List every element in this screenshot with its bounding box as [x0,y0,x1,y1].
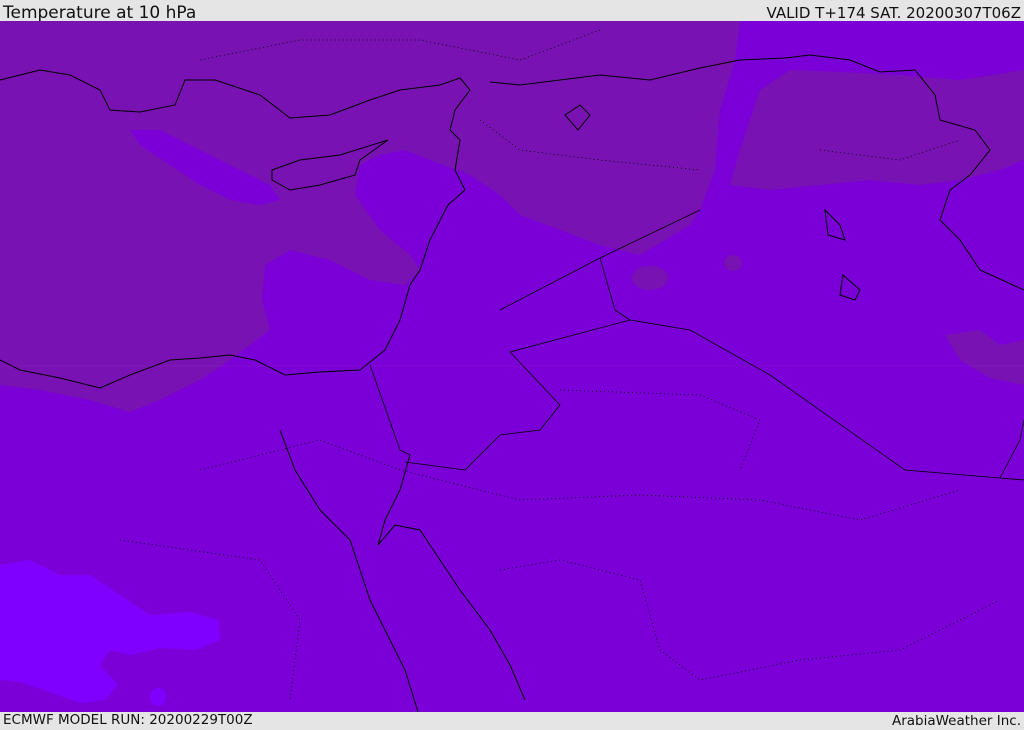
footer-bar: ECMWF MODEL RUN: 20200229T00Z ArabiaWeat… [0,712,1024,729]
cold-patch-iraq [632,266,668,290]
temperature-map [0,21,1024,712]
header-bar: Temperature at 10 hPa VALID T+174 SAT. 2… [0,0,1024,23]
credit: ArabiaWeather Inc. [891,713,1021,729]
warm-patch-small [150,688,166,706]
map-title: Temperature at 10 hPa [3,3,197,23]
valid-time: VALID T+174 SAT. 20200307T06Z [766,4,1021,22]
cold-patch-small [724,255,742,271]
model-run: ECMWF MODEL RUN: 20200229T00Z [3,712,253,728]
